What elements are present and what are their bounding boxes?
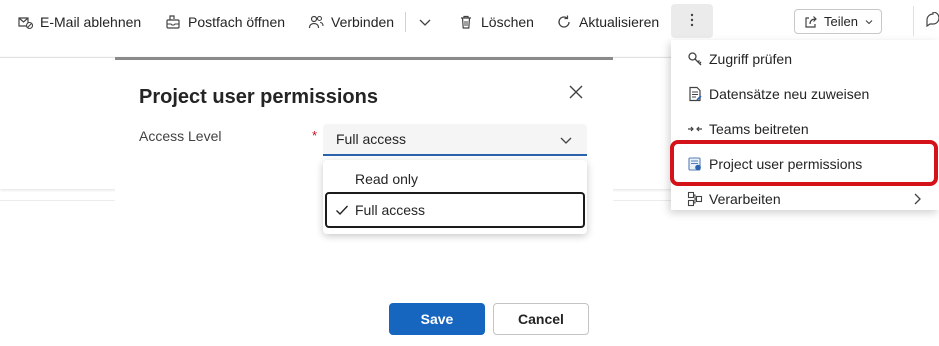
close-button[interactable] bbox=[565, 82, 587, 104]
menu-item-check-access[interactable]: Zugriff prüfen bbox=[671, 41, 939, 76]
connect-people-icon bbox=[307, 13, 325, 31]
menu-item-process[interactable]: Verarbeiten bbox=[671, 181, 939, 216]
access-level-value: Full access bbox=[336, 131, 407, 147]
process-icon bbox=[686, 190, 704, 208]
reject-email-label: E-Mail ablehnen bbox=[40, 13, 142, 30]
toolbar-divider bbox=[405, 12, 406, 32]
access-level-select[interactable]: Full access bbox=[323, 124, 587, 156]
menu-item-label: Datensätze neu zuweisen bbox=[709, 85, 870, 102]
refresh-button[interactable]: Aktualisieren bbox=[555, 0, 659, 43]
connect-label: Verbinden bbox=[331, 13, 395, 30]
access-level-label: Access Level bbox=[139, 128, 222, 144]
option-full-access[interactable]: Full access bbox=[325, 192, 585, 228]
menu-item-label: Zugriff prüfen bbox=[709, 50, 793, 67]
share-label: Teilen bbox=[824, 14, 858, 29]
reject-email-button[interactable]: E-Mail ablehnen bbox=[16, 0, 141, 43]
reject-email-icon bbox=[16, 13, 34, 31]
chat-bubble-icon[interactable] bbox=[925, 11, 939, 28]
save-button[interactable]: Save bbox=[389, 303, 485, 335]
dialog-title: Project user permissions bbox=[139, 86, 378, 108]
open-mailbox-label: Postfach öffnen bbox=[188, 13, 286, 30]
reassign-icon bbox=[686, 85, 704, 103]
cancel-button[interactable]: Cancel bbox=[493, 303, 589, 335]
share-button[interactable]: Teilen bbox=[794, 9, 882, 34]
menu-item-reassign-records[interactable]: Datensätze neu zuweisen bbox=[671, 76, 939, 111]
refresh-icon bbox=[555, 13, 573, 31]
more-commands-button[interactable] bbox=[671, 4, 713, 38]
chevron-right-icon bbox=[911, 192, 923, 206]
connect-button[interactable]: Verbinden bbox=[307, 0, 394, 43]
check-access-icon bbox=[686, 50, 704, 68]
highlight-box bbox=[670, 140, 938, 186]
chevron-down-icon bbox=[416, 13, 434, 31]
checkmark-icon bbox=[335, 203, 349, 217]
option-label: Read only bbox=[355, 171, 419, 187]
share-icon bbox=[803, 14, 819, 30]
chevron-down-icon bbox=[559, 133, 573, 147]
open-mailbox-button[interactable]: Postfach öffnen bbox=[164, 0, 285, 43]
mailbox-icon bbox=[164, 13, 182, 31]
permissions-dialog: Project user permissions Access Level * … bbox=[115, 60, 613, 346]
option-label: Full access bbox=[355, 202, 426, 218]
access-level-listbox: Read only Full access bbox=[323, 160, 587, 234]
menu-item-label: Teams beitreten bbox=[709, 120, 809, 137]
toolbar-edge-divider bbox=[913, 6, 914, 36]
join-teams-icon bbox=[686, 120, 704, 138]
menu-item-label: Verarbeiten bbox=[709, 190, 781, 207]
share-chevron-icon bbox=[864, 17, 874, 27]
delete-button[interactable]: Löschen bbox=[457, 0, 534, 43]
option-read-only[interactable]: Read only bbox=[323, 163, 587, 195]
delete-label: Löschen bbox=[481, 13, 534, 30]
required-indicator: * bbox=[312, 128, 318, 143]
close-icon bbox=[568, 84, 584, 103]
refresh-label: Aktualisieren bbox=[579, 13, 660, 30]
trash-icon bbox=[457, 13, 475, 31]
connect-dropdown-button[interactable] bbox=[416, 0, 440, 43]
command-bar: E-Mail ablehnen Postfach öffnen Verbinde… bbox=[0, 0, 939, 43]
more-vertical-icon bbox=[690, 12, 694, 31]
